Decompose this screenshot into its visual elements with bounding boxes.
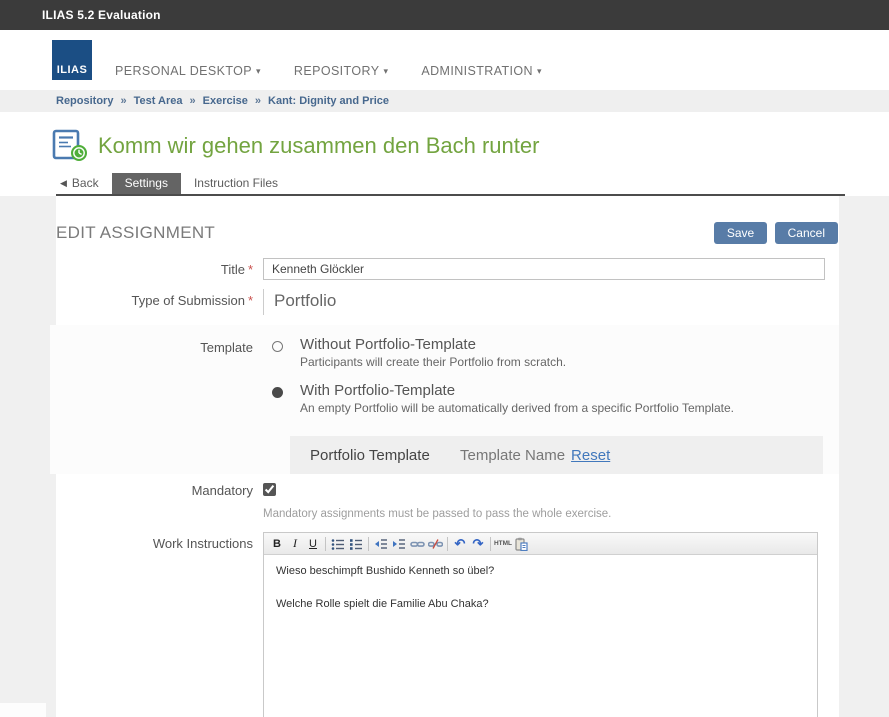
title-input[interactable]: [263, 258, 825, 280]
undo-button[interactable]: ↶: [451, 535, 469, 553]
chevron-down-icon: ▾: [383, 66, 388, 76]
tabs-section: ◀ Back Settings Instruction Files: [0, 174, 889, 196]
work-instructions-label: Work Instructions: [56, 532, 253, 717]
radio-label: Without Portfolio-Template: [300, 336, 566, 353]
nav-personal-desktop[interactable]: PERSONAL DESKTOP▾: [115, 64, 261, 78]
portfolio-template-row: Portfolio Template Template Name Reset: [290, 436, 823, 474]
nav-administration[interactable]: ADMINISTRATION▾: [421, 64, 542, 78]
editor-paragraph: Wieso beschimpft Bushido Kenneth so übel…: [276, 565, 805, 577]
form-container: EDIT ASSIGNMENT Save Cancel Title* Type …: [56, 196, 839, 717]
reset-link[interactable]: Reset: [571, 447, 610, 464]
footer-corner: [0, 703, 46, 717]
main-header: ILIAS PERSONAL DESKTOP▾ REPOSITORY▾ ADMI…: [0, 30, 889, 90]
work-instructions-row: Work Instructions B I U: [56, 532, 839, 717]
unlink-button[interactable]: [426, 535, 444, 553]
chevron-down-icon: ▾: [537, 66, 542, 76]
link-icon: [410, 537, 425, 551]
window-title: ILIAS 5.2 Evaluation: [42, 8, 161, 22]
required-marker: *: [248, 262, 253, 277]
outdent-button[interactable]: [372, 535, 390, 553]
radio-option-without-template[interactable]: Without Portfolio-Template Participants …: [263, 336, 839, 369]
radio-label: With Portfolio-Template: [300, 382, 734, 399]
save-button[interactable]: Save: [714, 222, 767, 244]
main-nav: PERSONAL DESKTOP▾ REPOSITORY▾ ADMINISTRA…: [115, 64, 575, 90]
title-row: Title*: [56, 258, 839, 280]
unordered-list-icon: [331, 537, 345, 551]
redo-button[interactable]: ↷: [469, 535, 487, 553]
toolbar-separator: [325, 537, 326, 551]
breadcrumb: Repository » Test Area » Exercise » Kant…: [0, 90, 889, 112]
portfolio-template-value: Template Name: [460, 447, 565, 464]
mandatory-label: Mandatory: [56, 479, 253, 520]
radio-option-with-template[interactable]: With Portfolio-Template An empty Portfol…: [263, 382, 839, 415]
toolbar-separator: [447, 537, 448, 551]
page-title: Komm wir gehen zusammen den Bach runter: [98, 133, 539, 159]
form-actions: Save Cancel: [714, 222, 838, 244]
radio-selected-icon[interactable]: [272, 387, 283, 398]
breadcrumb-test-area[interactable]: Test Area: [134, 95, 183, 107]
breadcrumb-exercise[interactable]: Exercise: [203, 95, 248, 107]
link-button[interactable]: [408, 535, 426, 553]
assignment-document-clock-icon: [52, 129, 89, 162]
template-row: Template Without Portfolio-Template Part…: [50, 336, 839, 428]
logo-text: ILIAS: [57, 64, 88, 76]
breadcrumb-kant-dignity-and-price[interactable]: Kant: Dignity and Price: [268, 95, 389, 107]
submission-type-label: Type of Submission*: [56, 289, 253, 315]
title-label: Title*: [56, 258, 253, 280]
submission-type-value: Portfolio: [263, 289, 839, 315]
indent-button[interactable]: [390, 535, 408, 553]
editor-content[interactable]: Wieso beschimpft Bushido Kenneth so übel…: [264, 555, 817, 717]
nav-repository[interactable]: REPOSITORY▾: [294, 64, 388, 78]
unordered-list-button[interactable]: [329, 535, 347, 553]
radio-unselected-icon[interactable]: [272, 341, 283, 352]
page-body: EDIT ASSIGNMENT Save Cancel Title* Type …: [0, 196, 889, 717]
form-header: EDIT ASSIGNMENT Save Cancel: [56, 222, 839, 244]
tab-back[interactable]: ◀ Back: [58, 173, 112, 194]
italic-button[interactable]: I: [286, 535, 304, 553]
portfolio-template-label: Portfolio Template: [310, 447, 460, 464]
indent-icon: [392, 537, 406, 551]
outdent-icon: [374, 537, 388, 551]
paste-from-word-button[interactable]: [512, 535, 530, 553]
tab-bar: ◀ Back Settings Instruction Files: [58, 174, 889, 194]
unlink-icon: [428, 537, 443, 551]
form-heading: EDIT ASSIGNMENT: [56, 223, 215, 243]
bold-button[interactable]: B: [268, 535, 286, 553]
required-marker: *: [248, 293, 253, 308]
chevron-down-icon: ▾: [256, 66, 261, 76]
chevron-left-icon: ◀: [60, 178, 67, 189]
breadcrumb-repository[interactable]: Repository: [56, 95, 113, 107]
cancel-button[interactable]: Cancel: [775, 222, 838, 244]
editor-paragraph: Welche Rolle spielt die Familie Abu Chak…: [276, 598, 805, 610]
mandatory-row: Mandatory Mandatory assignments must be …: [56, 479, 839, 520]
top-bar: ILIAS 5.2 Evaluation: [0, 0, 889, 30]
tab-settings[interactable]: Settings: [112, 173, 181, 194]
breadcrumb-separator: »: [120, 95, 126, 107]
breadcrumb-separator: »: [255, 95, 261, 107]
paste-from-word-icon: [514, 537, 528, 551]
underline-button[interactable]: U: [304, 535, 322, 553]
ordered-list-icon: [349, 537, 363, 551]
template-label: Template: [50, 336, 253, 428]
html-source-button[interactable]: HTML: [494, 535, 512, 553]
title-bar: Komm wir gehen zusammen den Bach runter: [0, 112, 889, 174]
mandatory-checkbox[interactable]: [263, 483, 276, 496]
toolbar-separator: [368, 537, 369, 551]
editor-toolbar: B I U: [264, 533, 817, 555]
template-panel: Template Without Portfolio-Template Part…: [50, 325, 839, 474]
radio-byline: An empty Portfolio will be automatically…: [300, 401, 734, 415]
toolbar-separator: [490, 537, 491, 551]
submission-type-row: Type of Submission* Portfolio: [56, 289, 839, 315]
rich-text-editor: B I U: [263, 532, 818, 717]
radio-byline: Participants will create their Portfolio…: [300, 355, 566, 369]
tab-instruction-files[interactable]: Instruction Files: [181, 173, 291, 194]
ordered-list-button[interactable]: [347, 535, 365, 553]
ilias-logo[interactable]: ILIAS: [52, 40, 92, 80]
breadcrumb-separator: »: [190, 95, 196, 107]
mandatory-byline: Mandatory assignments must be passed to …: [263, 508, 839, 520]
